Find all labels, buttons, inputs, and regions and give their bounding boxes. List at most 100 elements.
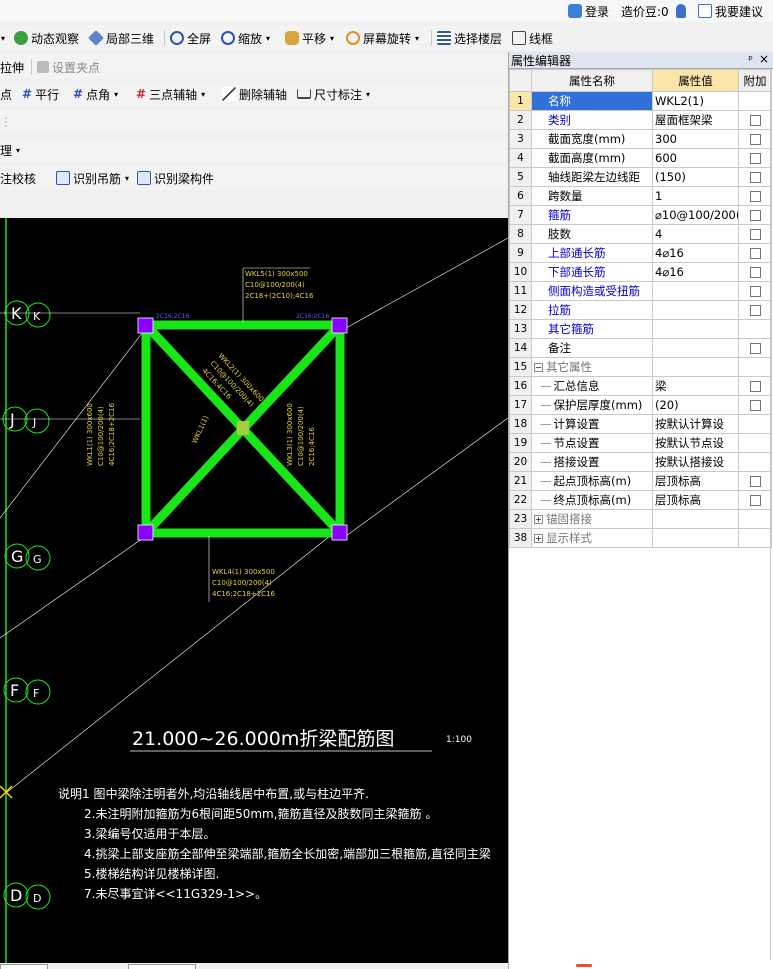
bell-button[interactable]	[676, 2, 686, 20]
three-point-axis-button[interactable]: # 三点辅轴 ▾	[136, 85, 205, 103]
add-checkbox[interactable]	[749, 476, 761, 487]
property-value[interactable]: 按默认计算设	[652, 414, 739, 434]
property-row[interactable]: 11 侧面构造或受扭筋	[509, 281, 772, 301]
property-value[interactable]: WKL2(1)	[652, 91, 739, 111]
property-row[interactable]: 10 下部通长筋 4⌀16	[509, 262, 772, 282]
point-angle-button[interactable]: # 点角 ▾	[73, 85, 118, 103]
add-checkbox[interactable]	[749, 495, 761, 506]
property-value[interactable]: 屋面框架梁	[652, 110, 739, 130]
property-value[interactable]	[652, 338, 739, 358]
property-row[interactable]: 21— 起点顶标高(m) 层顶标高	[509, 471, 772, 491]
add-checkbox[interactable]	[749, 115, 761, 126]
expand-icon[interactable]: +	[534, 515, 543, 524]
property-row[interactable]: 20— 搭接设置 按默认搭接设	[509, 452, 772, 472]
property-value[interactable]: 4	[652, 224, 739, 244]
property-value[interactable]	[652, 319, 739, 339]
add-checkbox[interactable]	[749, 305, 761, 316]
fullscreen-button[interactable]: 全屏	[170, 29, 211, 47]
dimension-button[interactable]: 尺寸标注 ▾	[297, 85, 370, 103]
annotation-check-button[interactable]: 标注校核	[0, 169, 36, 187]
identify-beam-button[interactable]: 识别梁构件	[137, 169, 214, 187]
property-value[interactable]	[652, 528, 739, 548]
parallel-button[interactable]: # 平行	[22, 85, 59, 103]
property-value[interactable]	[652, 357, 739, 377]
add-checkbox[interactable]	[749, 381, 761, 392]
screen-rotate-button[interactable]: 屏幕旋转 ▾	[346, 29, 419, 47]
delete-axis-button[interactable]: 删除辅轴	[222, 85, 287, 103]
add-checkbox[interactable]	[749, 134, 761, 145]
property-value[interactable]: 按默认搭接设	[652, 452, 739, 472]
add-checkbox[interactable]	[749, 153, 761, 164]
stretch-button[interactable]: 拉伸	[0, 58, 24, 76]
property-value[interactable]: 600	[652, 148, 739, 168]
add-checkbox[interactable]	[749, 210, 761, 221]
property-row[interactable]: 6 跨数量 1	[509, 186, 772, 206]
login-button[interactable]: 登录	[568, 2, 609, 20]
add-checkbox[interactable]	[749, 343, 761, 354]
dynamic-view-button[interactable]: 动态观察	[14, 29, 79, 47]
add-checkbox[interactable]	[749, 400, 761, 411]
manage-button[interactable]: 管理 ▾	[0, 141, 20, 159]
property-value[interactable]: 层顶标高	[652, 471, 739, 491]
property-row[interactable]: 4 截面高度(mm) 600	[509, 148, 772, 168]
add-checkbox[interactable]	[749, 286, 761, 297]
close-icon[interactable]: ×	[759, 52, 769, 66]
toolbar-overflow-arrow[interactable]: ▾	[0, 29, 5, 47]
wireframe-button[interactable]: 线框	[512, 29, 553, 47]
cube-icon	[88, 30, 104, 46]
local-3d-button[interactable]: 局部三维	[88, 29, 154, 47]
property-row[interactable]: 7 箍筋 ⌀10@100/200(	[509, 205, 772, 225]
zoom-button[interactable]: 缩放 ▾	[221, 29, 270, 47]
property-row[interactable]: 1 名称 WKL2(1)	[509, 91, 772, 111]
select-floor-button[interactable]: 选择楼层	[437, 29, 502, 47]
cad-canvas[interactable]: K K J J G G F F D D 2C16;2C16 2C16;2C16 …	[0, 218, 508, 963]
property-value[interactable]: 梁	[652, 376, 739, 396]
identify-hanger-button[interactable]: 识别吊筋 ▾	[56, 169, 129, 187]
property-value[interactable]: (20)	[652, 395, 739, 415]
collapse-icon[interactable]: −	[534, 363, 543, 372]
property-value[interactable]: ⌀10@100/200(	[652, 205, 739, 225]
toolbar-grip[interactable]: ⋮	[0, 113, 12, 131]
property-row[interactable]: 13 其它箍筋	[509, 319, 772, 339]
property-row[interactable]: 38 + 显示样式	[509, 528, 772, 548]
suggest-button[interactable]: 我要建议	[698, 2, 763, 20]
property-row[interactable]: 23 + 锚固搭接	[509, 509, 772, 529]
property-value[interactable]: (150)	[652, 167, 739, 187]
add-checkbox[interactable]	[749, 248, 761, 259]
property-value[interactable]: 1	[652, 186, 739, 206]
property-value[interactable]: 4⌀16	[652, 243, 739, 263]
status-field[interactable]	[0, 964, 48, 969]
add-checkbox[interactable]	[749, 229, 761, 240]
property-row[interactable]: 19— 节点设置 按默认节点设	[509, 433, 772, 453]
property-row[interactable]: 15− 其它属性	[509, 357, 772, 377]
add-checkbox[interactable]	[749, 267, 761, 278]
set-grip-button[interactable]: 设置夹点	[37, 58, 100, 76]
property-value[interactable]: 300	[652, 129, 739, 149]
property-row[interactable]: 8 肢数 4	[509, 224, 772, 244]
property-row[interactable]: 9 上部通长筋 4⌀16	[509, 243, 772, 263]
property-value[interactable]: 4⌀16	[652, 262, 739, 282]
property-row[interactable]: 12 拉筋	[509, 300, 772, 320]
property-value[interactable]	[652, 509, 739, 529]
pin-icon[interactable]: ᵖ	[748, 53, 753, 66]
status-field[interactable]	[128, 964, 196, 969]
property-row[interactable]: 2 类别 屋面框架梁	[509, 110, 772, 130]
expand-icon[interactable]: +	[534, 534, 543, 543]
property-row[interactable]: 17— 保护层厚度(mm) (20)	[509, 395, 772, 415]
property-row[interactable]: 18— 计算设置 按默认计算设	[509, 414, 772, 434]
tree-connector: —	[540, 455, 552, 469]
property-row[interactable]: 16— 汇总信息梁	[509, 376, 772, 396]
property-row[interactable]: 5 轴线距梁左边线距 (150)	[509, 167, 772, 187]
property-value[interactable]: 层顶标高	[652, 490, 739, 510]
pan-button[interactable]: 平移 ▾	[285, 29, 334, 47]
property-row[interactable]: 14 备注	[509, 338, 772, 358]
property-row[interactable]: 22— 终点顶标高(m) 层顶标高	[509, 490, 772, 510]
draw-point-button[interactable]: 画点	[0, 85, 12, 103]
property-row[interactable]: 3 截面宽度(mm) 300	[509, 129, 772, 149]
add-checkbox[interactable]	[749, 172, 761, 183]
property-value[interactable]: 按默认节点设	[652, 433, 739, 453]
property-value[interactable]	[652, 300, 739, 320]
add-checkbox[interactable]	[749, 191, 761, 202]
property-value[interactable]	[652, 281, 739, 301]
property-add-cell	[738, 528, 772, 548]
